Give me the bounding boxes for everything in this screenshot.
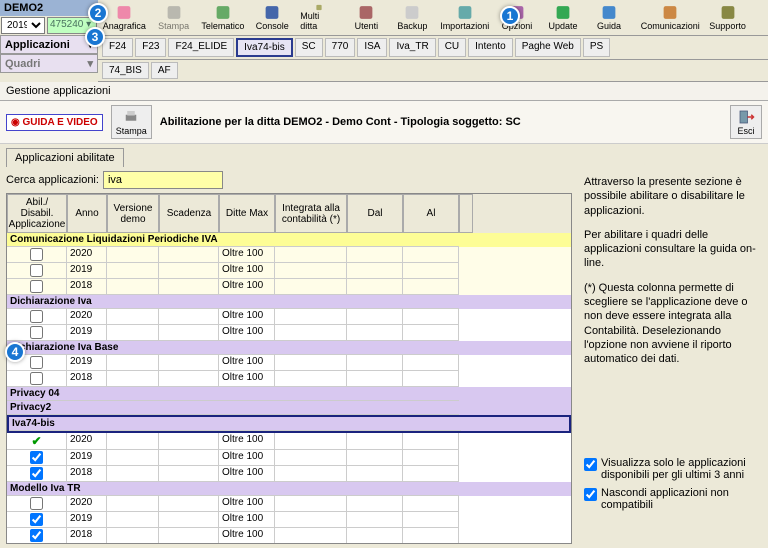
tb-multiditta[interactable]: Multi ditta <box>297 2 341 33</box>
group-header[interactable]: Privacy2 <box>7 401 459 415</box>
year-select[interactable]: 2019 <box>1 17 45 34</box>
sub-toolbar-2: 74_BISAF <box>98 60 768 82</box>
col-header: Scadenza <box>159 194 219 233</box>
tb-guida[interactable]: Guida <box>588 2 630 33</box>
chk-last3years[interactable] <box>584 458 597 471</box>
badge-2: 2 <box>88 3 108 23</box>
panel-head-title: Abilitazione per la ditta DEMO2 - Demo C… <box>160 116 521 128</box>
company-title: DEMO2 <box>0 0 98 16</box>
chk-hide-incompat[interactable] <box>584 488 597 501</box>
col-header: Dal <box>347 194 403 233</box>
subtab-ps[interactable]: PS <box>583 38 610 57</box>
tab-applicazioni-abilitate[interactable]: Applicazioni abilitate <box>6 148 124 167</box>
subtab2-af[interactable]: AF <box>151 62 178 79</box>
subtab-intento[interactable]: Intento <box>468 38 513 57</box>
col-header: Ditte Max <box>219 194 275 233</box>
panel-exit-button[interactable]: Esci <box>730 105 762 139</box>
search-label: Cerca applicazioni: <box>6 174 99 186</box>
badge-3: 3 <box>85 27 105 47</box>
row-checkbox[interactable] <box>30 513 43 526</box>
subtab-f24[interactable]: F24 <box>102 38 133 57</box>
row-checkbox[interactable] <box>30 529 43 542</box>
tb-supporto[interactable]: Supporto <box>706 2 748 33</box>
main-toolbar: AnagraficaStampaTelematicoConsoleMulti d… <box>98 0 768 36</box>
group-header[interactable]: Iva74-bis <box>9 417 461 431</box>
nav-applicazioni[interactable]: Applicazioni▾ <box>0 35 98 54</box>
subtab-paghe web[interactable]: Paghe Web <box>515 38 581 57</box>
tb-update[interactable]: Update <box>542 2 584 33</box>
group-header[interactable]: Dichiarazione Iva Base <box>7 341 459 355</box>
tb-telematico[interactable]: Telematico <box>199 2 248 33</box>
print-button[interactable]: Stampa <box>111 105 152 139</box>
row-checkbox[interactable] <box>30 310 43 323</box>
row-checkbox[interactable] <box>30 467 43 480</box>
group-header[interactable]: Privacy 04 <box>7 387 459 401</box>
subtab-iva74-bis[interactable]: Iva74-bis <box>236 38 293 57</box>
col-header: Versione demo <box>107 194 159 233</box>
table-row[interactable]: 2018Oltre 100 <box>7 279 571 295</box>
tb-backup[interactable]: Backup <box>391 2 433 33</box>
badge-4: 4 <box>5 342 25 362</box>
badge-1: 1 <box>500 6 520 26</box>
subtab-isa[interactable]: ISA <box>357 38 387 57</box>
table-row[interactable]: 2020Oltre 100 <box>7 309 571 325</box>
table-row[interactable]: 2019Oltre 100 <box>7 512 571 528</box>
row-checkbox[interactable] <box>30 497 43 510</box>
subtab-770[interactable]: 770 <box>325 38 356 57</box>
col-header: Anno <box>67 194 107 233</box>
subtab2-74_bis[interactable]: 74_BIS <box>102 62 149 79</box>
table-row[interactable]: 2018Oltre 100 <box>7 528 571 543</box>
col-header: Integrata alla contabilità (*) <box>275 194 347 233</box>
apps-grid: Abil./ Disabil. ApplicazioneAnnoVersione… <box>6 193 572 544</box>
guide-button[interactable]: ◉ GUIDA E VIDEO <box>6 114 103 131</box>
table-row[interactable]: 2020Oltre 100 <box>7 247 571 263</box>
col-header: Abil./ Disabil. Applicazione <box>7 194 67 233</box>
tb-console[interactable]: Console <box>251 2 293 33</box>
table-row[interactable]: 2019Oltre 100 <box>7 263 571 279</box>
col-header: Al <box>403 194 459 233</box>
group-header[interactable]: Dichiarazione Iva <box>7 295 459 309</box>
subtab-f23[interactable]: F23 <box>135 38 166 57</box>
table-row[interactable]: 2020Oltre 100 <box>7 496 571 512</box>
info-panel: Attraverso la presente sezione è possibi… <box>582 171 762 544</box>
table-row[interactable]: 2018Oltre 100 <box>7 466 571 482</box>
subtab-f24_elide[interactable]: F24_ELIDE <box>168 38 234 57</box>
subtab-sc[interactable]: SC <box>295 38 323 57</box>
tb-importazioni[interactable]: Importazioni <box>437 2 492 33</box>
table-row[interactable]: 2019Oltre 100 <box>7 355 571 371</box>
row-checkbox[interactable] <box>30 372 43 385</box>
nav-quadri[interactable]: Quadri▾ <box>0 54 98 73</box>
tb-stampa[interactable]: Stampa <box>153 2 195 33</box>
group-header[interactable]: Modello Iva TR <box>7 482 459 496</box>
tb-utenti[interactable]: Utenti <box>345 2 387 33</box>
search-input[interactable] <box>103 171 223 189</box>
tb-comunicazioni[interactable]: Comunicazioni <box>638 2 702 33</box>
tb-anagrafica[interactable]: Anagrafica <box>100 2 149 33</box>
subtab-cu[interactable]: CU <box>438 38 466 57</box>
table-row[interactable]: ✔2020Oltre 100 <box>7 433 571 450</box>
sub-toolbar-1: F24F23F24_ELIDEIva74-bisSC770ISAIva_TRCU… <box>98 36 768 60</box>
row-checkbox[interactable] <box>30 248 43 261</box>
row-checkbox[interactable] <box>30 356 43 369</box>
row-checkbox[interactable] <box>30 326 43 339</box>
table-row[interactable]: 2019Oltre 100 <box>7 325 571 341</box>
table-row[interactable]: 2018Oltre 100 <box>7 371 571 387</box>
row-checkbox[interactable] <box>30 280 43 293</box>
panel-title: Gestione applicazioni <box>0 82 768 101</box>
row-checkbox[interactable] <box>30 451 43 464</box>
subtab-iva_tr[interactable]: Iva_TR <box>389 38 435 57</box>
table-row[interactable]: 2019Oltre 100 <box>7 450 571 466</box>
group-header[interactable]: Comunicazione Liquidazioni Periodiche IV… <box>7 233 459 247</box>
tb-esci[interactable]: Esci <box>757 2 768 33</box>
row-checkbox[interactable] <box>30 264 43 277</box>
